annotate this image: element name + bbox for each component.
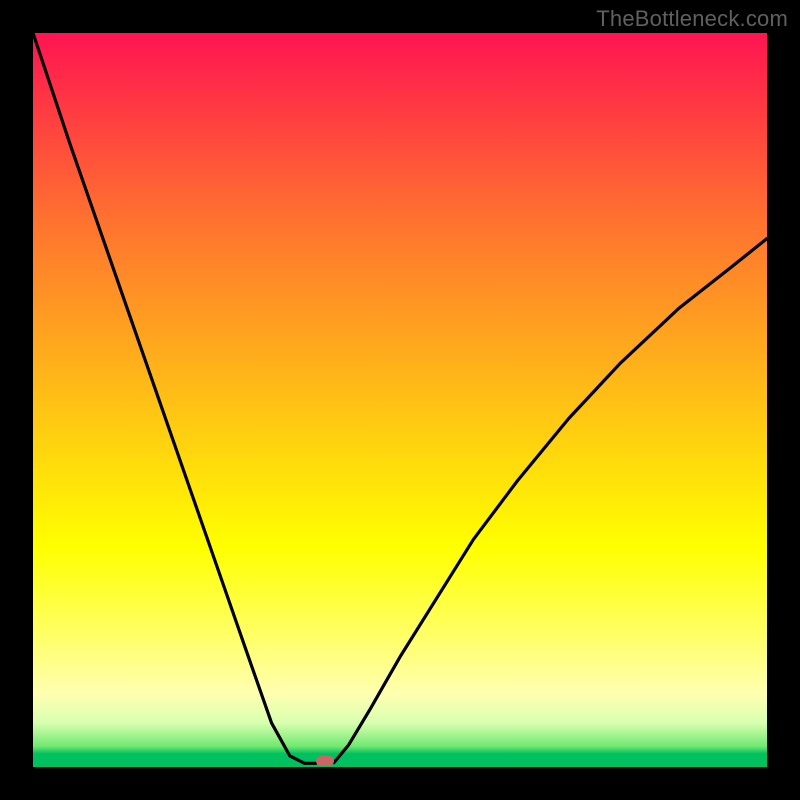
chart-frame: TheBottleneck.com — [0, 0, 800, 800]
curve-left-branch — [33, 33, 316, 763]
bottleneck-curve — [33, 33, 767, 767]
plot-area — [33, 33, 767, 767]
curve-right-branch — [334, 239, 767, 763]
optimum-marker — [316, 756, 334, 766]
watermark-text: TheBottleneck.com — [596, 6, 788, 32]
